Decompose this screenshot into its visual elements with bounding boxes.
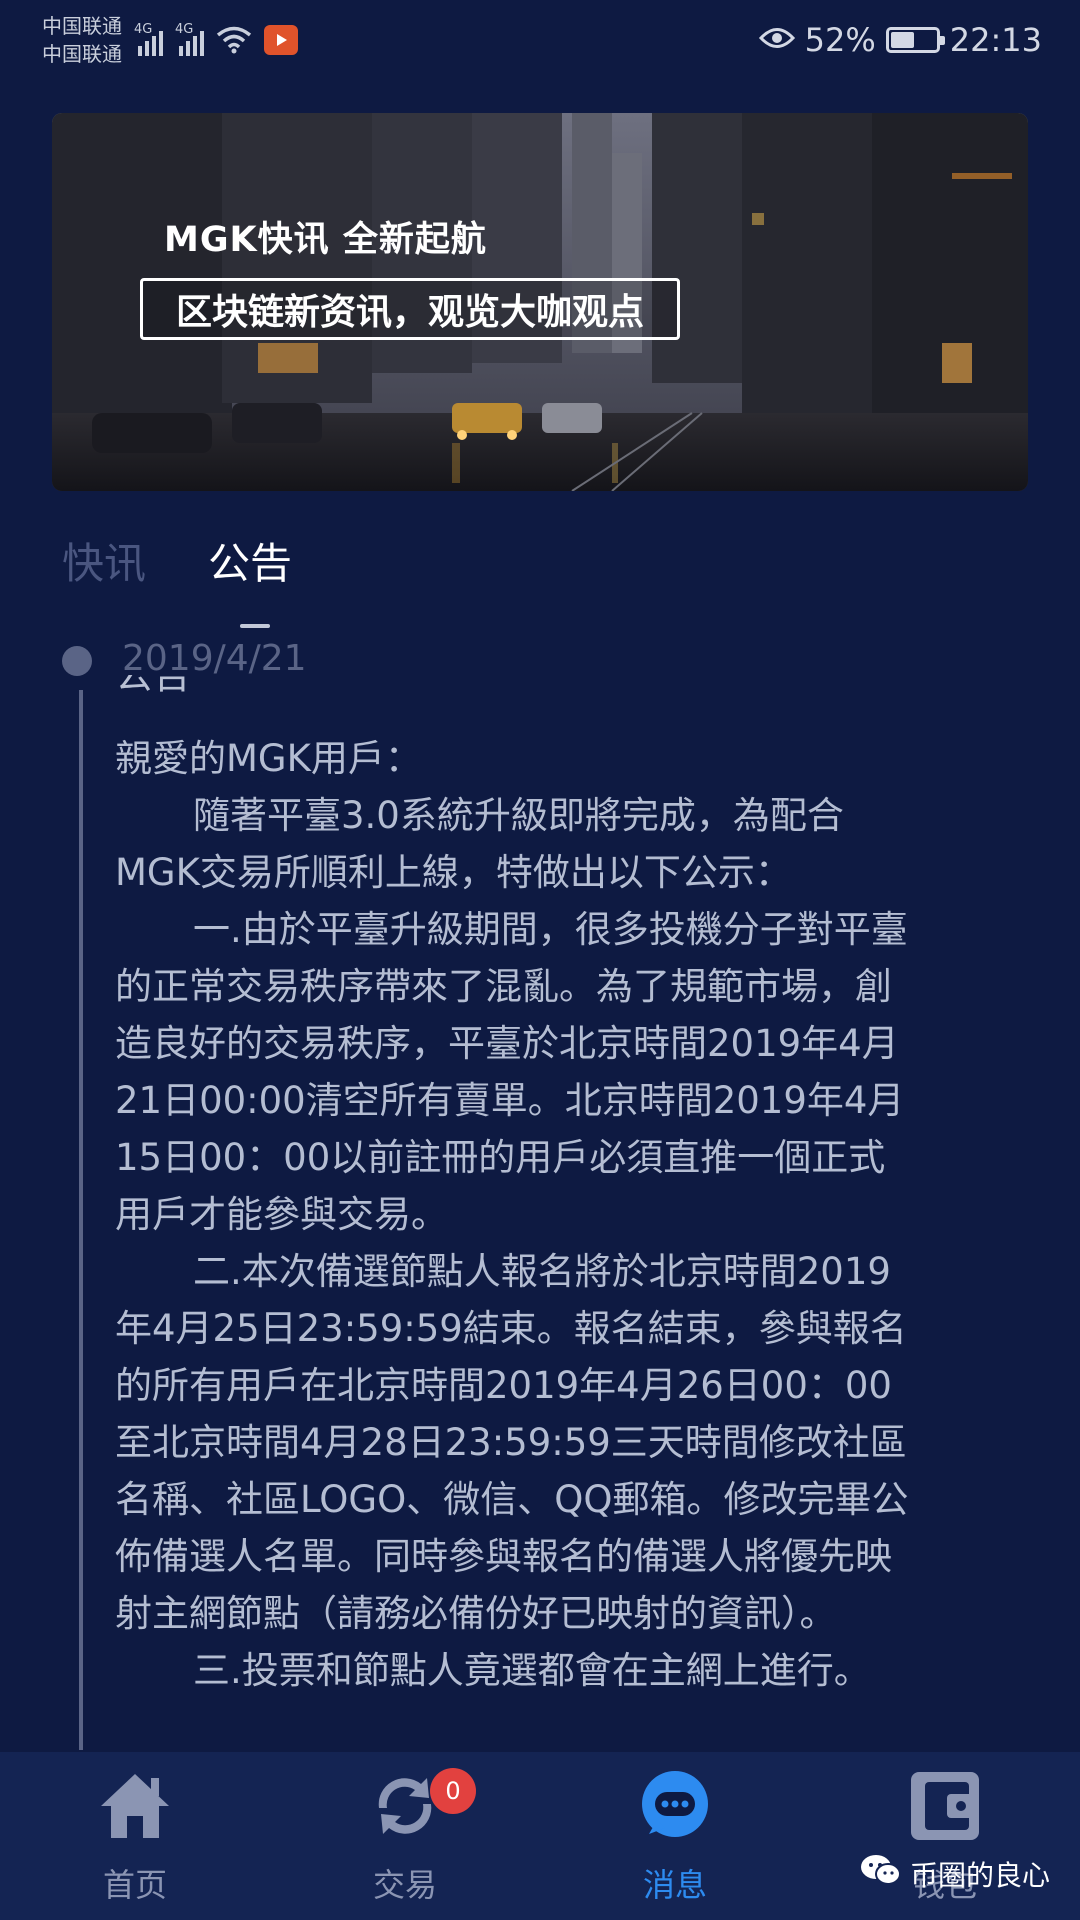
announcement-paragraph-2: 二.本次備選節點人報名將於北京時間2019年4月25日23:59:59結束。報名… bbox=[115, 1250, 909, 1635]
wechat-watermark: 币圈的良心 bbox=[860, 1853, 1050, 1894]
clock: 22:13 bbox=[949, 21, 1042, 59]
tab-flash-news[interactable]: 快讯 bbox=[62, 530, 146, 591]
announcement-title: 公告 bbox=[115, 675, 192, 697]
status-left: 中国联通 中国联通 4G 4G bbox=[42, 12, 298, 68]
nav-home[interactable]: 首页 bbox=[0, 1752, 270, 1920]
nav-messages-label: 消息 bbox=[642, 1866, 707, 1904]
exchange-badge: 0 bbox=[430, 1768, 476, 1814]
battery-percent: 52% bbox=[804, 21, 876, 59]
carrier-1-label: 中国联通 bbox=[42, 14, 122, 38]
carrier-2-label: 中国联通 bbox=[42, 42, 122, 66]
banner-title: MGK快讯 全新起航 bbox=[164, 220, 487, 260]
battery-icon bbox=[885, 27, 945, 53]
network-1-label: 4G bbox=[134, 22, 153, 37]
timeline-line bbox=[79, 690, 83, 1750]
banner-subtitle: 区块链新资讯，观览大咖观点 bbox=[140, 278, 680, 340]
signal-2-icon: 4G bbox=[175, 22, 204, 56]
status-right: 52% 22:13 bbox=[758, 21, 1042, 59]
nav-messages[interactable]: 消息 bbox=[540, 1752, 810, 1920]
video-app-icon bbox=[264, 25, 298, 55]
wifi-icon bbox=[216, 26, 252, 54]
announcement-date: 2019/4/21 bbox=[122, 638, 307, 679]
nav-wallet[interactable]: 钱包 bbox=[810, 1752, 1080, 1920]
home-icon bbox=[95, 1766, 175, 1846]
active-tab-indicator bbox=[240, 624, 270, 628]
announcement-paragraph-intro: 隨著平臺3.0系統升級即將完成，為配合MGK交易所順利上線，特做出以下公示： bbox=[115, 794, 844, 894]
nav-exchange-label: 交易 bbox=[372, 1866, 437, 1904]
announcement-article[interactable]: 公告 親愛的MGK用戶： 隨著平臺3.0系統升級即將完成，為配合MGK交易所順利… bbox=[115, 675, 915, 1750]
status-bar: 中国联通 中国联通 4G 4G 52% 22:13 bbox=[0, 0, 1080, 80]
wechat-icon bbox=[860, 1853, 902, 1894]
message-icon bbox=[635, 1766, 715, 1846]
tab-announcement[interactable]: 公告 bbox=[208, 530, 292, 591]
carrier-info: 中国联通 中国联通 bbox=[42, 12, 122, 68]
announcement-paragraph-3: 三.投票和節點人竟選都會在主網上進行。 bbox=[193, 1649, 871, 1692]
announcement-greeting: 親愛的MGK用戶： bbox=[115, 737, 422, 780]
wallet-icon bbox=[905, 1766, 985, 1846]
eye-icon bbox=[758, 21, 795, 59]
timeline-dot bbox=[62, 646, 92, 676]
network-2-label: 4G bbox=[175, 22, 194, 37]
news-tabs: 快讯 公告 bbox=[62, 530, 292, 591]
watermark-text: 币圈的良心 bbox=[909, 1858, 1050, 1892]
announcement-paragraph-1: 一.由於平臺升級期間，很多投機分子對平臺的正常交易秩序帶來了混亂。為了規範市場，… bbox=[115, 908, 908, 1236]
nav-home-label: 首页 bbox=[102, 1866, 167, 1904]
news-banner[interactable]: MGK快讯 全新起航 区块链新资讯，观览大咖观点 bbox=[52, 113, 1028, 491]
announcement-body: 親愛的MGK用戶： 隨著平臺3.0系統升級即將完成，為配合MGK交易所順利上線，… bbox=[115, 730, 915, 1699]
bottom-navigation: 首页 0 交易 消息 钱包 bbox=[0, 1752, 1080, 1920]
battery-fill bbox=[890, 32, 914, 48]
signal-1-icon: 4G bbox=[134, 22, 163, 56]
nav-exchange[interactable]: 0 交易 bbox=[270, 1752, 540, 1920]
